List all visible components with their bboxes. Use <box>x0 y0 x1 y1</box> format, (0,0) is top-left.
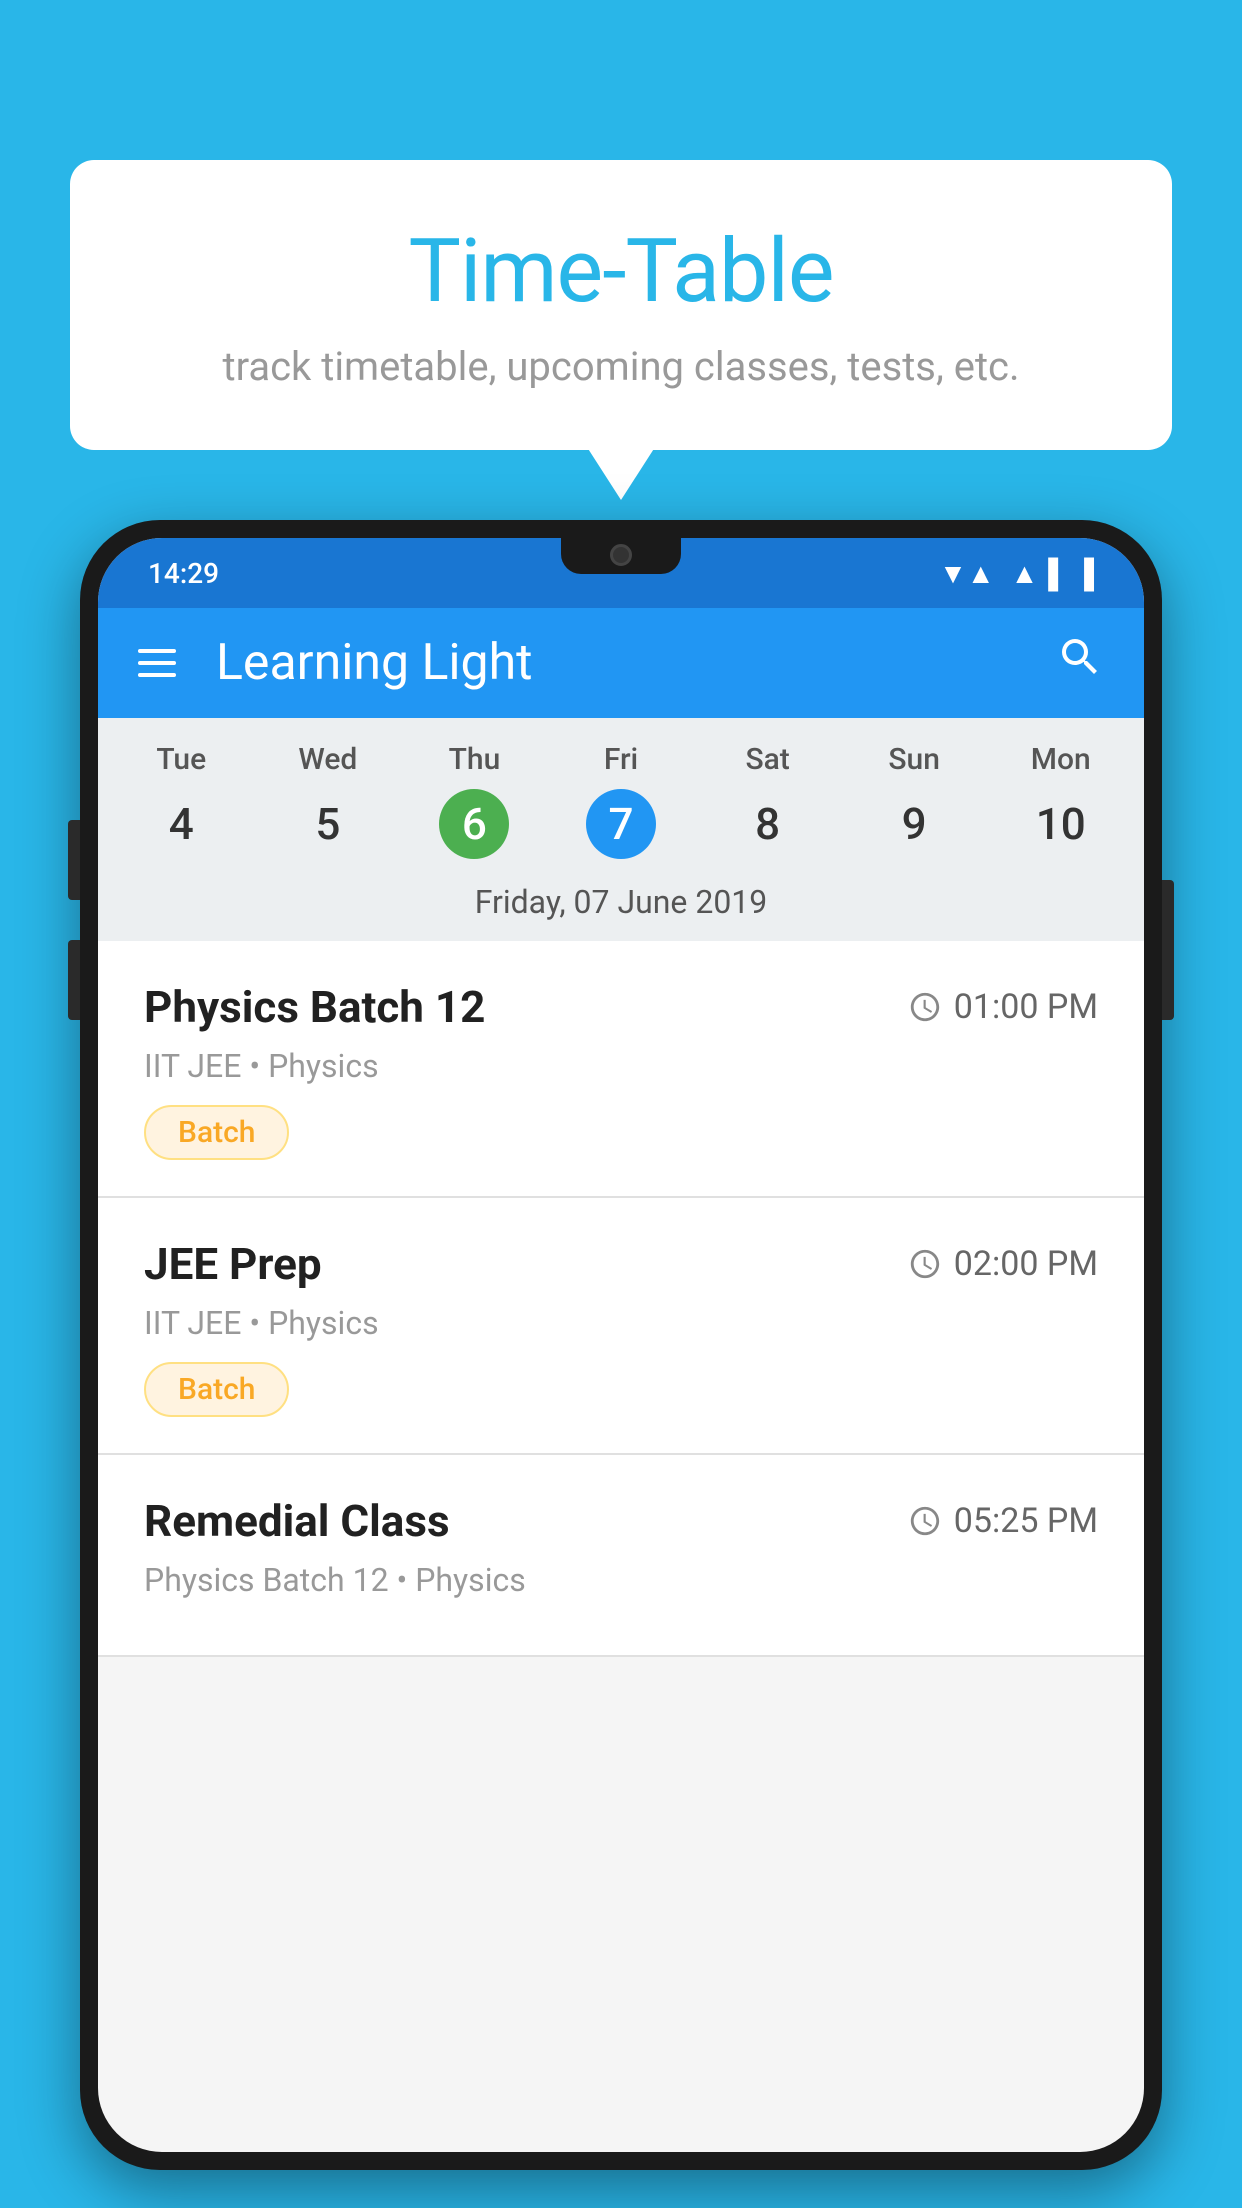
class-item-1[interactable]: Physics Batch 12 01:00 PM IIT JEE • Phys… <box>98 941 1144 1198</box>
phone-notch <box>561 538 681 574</box>
hamburger-menu-icon[interactable] <box>138 649 176 677</box>
day-fri[interactable]: Fri 7 <box>548 718 695 869</box>
day-name-mon: Mon <box>991 742 1130 777</box>
day-tue[interactable]: Tue 4 <box>108 718 255 869</box>
app-title: Learning Light <box>216 634 1056 692</box>
class-time-3: 05:25 PM <box>908 1501 1098 1541</box>
day-number-wed: 5 <box>293 789 363 859</box>
day-thu[interactable]: Thu 6 <box>401 718 548 869</box>
day-number-sat: 8 <box>733 789 803 859</box>
class-item-header-3: Remedial Class 05:25 PM <box>144 1495 1098 1547</box>
class-name-1: Physics Batch 12 <box>144 981 485 1033</box>
signal-icon: ▲▐ <box>1011 557 1059 590</box>
class-meta-1: IIT JEE • Physics <box>144 1047 1098 1085</box>
speech-bubble: Time-Table track timetable, upcoming cla… <box>70 160 1172 450</box>
search-icon[interactable] <box>1056 633 1104 693</box>
day-number-sun: 9 <box>879 789 949 859</box>
class-meta-3: Physics Batch 12 • Physics <box>144 1561 1098 1599</box>
wifi-icon: ▼▲ <box>939 557 994 590</box>
class-time-2: 02:00 PM <box>908 1244 1098 1284</box>
class-list: Physics Batch 12 01:00 PM IIT JEE • Phys… <box>98 941 1144 1657</box>
day-sat[interactable]: Sat 8 <box>694 718 841 869</box>
speech-bubble-container: Time-Table track timetable, upcoming cla… <box>70 160 1172 450</box>
day-number-thu-today: 6 <box>439 789 509 859</box>
batch-badge-2: Batch <box>144 1362 289 1417</box>
timetable-subtitle: track timetable, upcoming classes, tests… <box>150 343 1092 390</box>
class-item-header-2: JEE Prep 02:00 PM <box>144 1238 1098 1290</box>
day-wed[interactable]: Wed 5 <box>255 718 402 869</box>
day-name-fri: Fri <box>552 742 691 777</box>
timetable-title: Time-Table <box>150 220 1092 323</box>
day-name-thu: Thu <box>405 742 544 777</box>
day-number-fri-selected: 7 <box>586 789 656 859</box>
phone-container: 14:29 ▼▲ ▲▐ ▐ Learning Light <box>80 520 1162 2208</box>
class-name-3: Remedial Class <box>144 1495 450 1547</box>
class-item-2[interactable]: JEE Prep 02:00 PM IIT JEE • Physics Batc… <box>98 1198 1144 1455</box>
batch-badge-1: Batch <box>144 1105 289 1160</box>
volume-down-button <box>68 940 80 1020</box>
day-headers: Tue 4 Wed 5 Thu 6 Fri 7 <box>98 718 1144 869</box>
class-name-2: JEE Prep <box>144 1238 322 1290</box>
battery-icon: ▐ <box>1074 557 1094 590</box>
day-name-sat: Sat <box>698 742 837 777</box>
day-mon[interactable]: Mon 10 <box>987 718 1134 869</box>
day-name-wed: Wed <box>259 742 398 777</box>
day-name-tue: Tue <box>112 742 251 777</box>
class-item-header-1: Physics Batch 12 01:00 PM <box>144 981 1098 1033</box>
status-time: 14:29 <box>148 557 219 590</box>
day-number-mon: 10 <box>1026 789 1096 859</box>
phone-body: 14:29 ▼▲ ▲▐ ▐ Learning Light <box>80 520 1162 2170</box>
day-sun[interactable]: Sun 9 <box>841 718 988 869</box>
selected-date-label: Friday, 07 June 2019 <box>98 869 1144 941</box>
volume-up-button <box>68 820 80 900</box>
phone-screen: 14:29 ▼▲ ▲▐ ▐ Learning Light <box>98 538 1144 2152</box>
class-item-3[interactable]: Remedial Class 05:25 PM Physics Batch 12… <box>98 1455 1144 1657</box>
calendar-section: Tue 4 Wed 5 Thu 6 Fri 7 <box>98 718 1144 941</box>
front-camera <box>610 544 632 566</box>
day-number-tue: 4 <box>146 789 216 859</box>
app-bar: Learning Light <box>98 608 1144 718</box>
class-time-1: 01:00 PM <box>908 987 1098 1027</box>
day-name-sun: Sun <box>845 742 984 777</box>
class-meta-2: IIT JEE • Physics <box>144 1304 1098 1342</box>
status-icons: ▼▲ ▲▐ ▐ <box>939 557 1094 590</box>
power-button <box>1162 880 1174 1020</box>
